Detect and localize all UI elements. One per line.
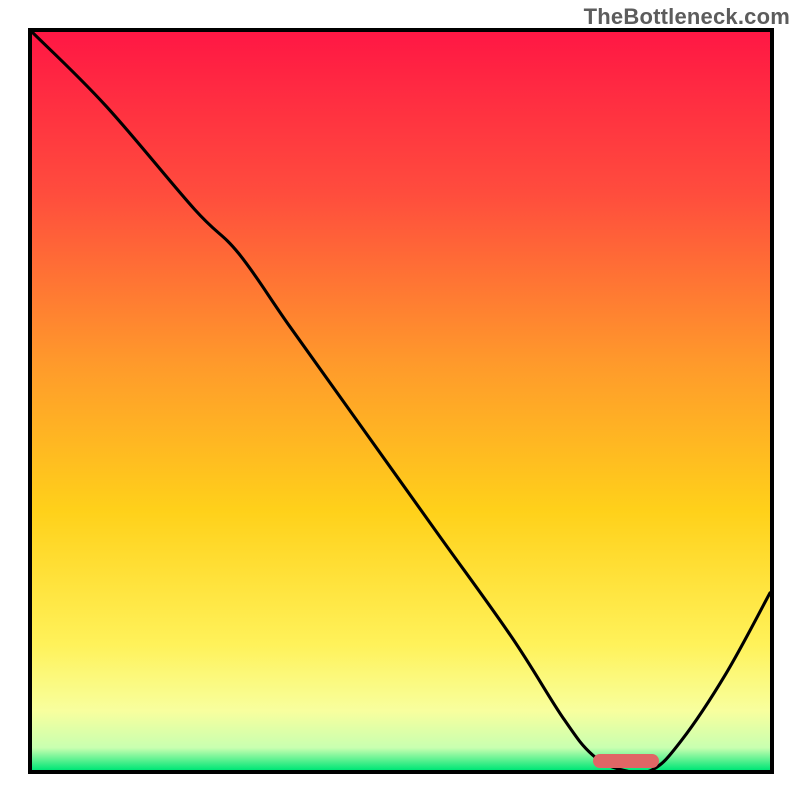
gradient-background [32,32,770,770]
optimum-marker [593,754,659,768]
chart-root: TheBottleneck.com [0,0,800,800]
watermark-text: TheBottleneck.com [584,4,790,30]
chart-frame [28,28,774,774]
plot-svg [32,32,770,770]
